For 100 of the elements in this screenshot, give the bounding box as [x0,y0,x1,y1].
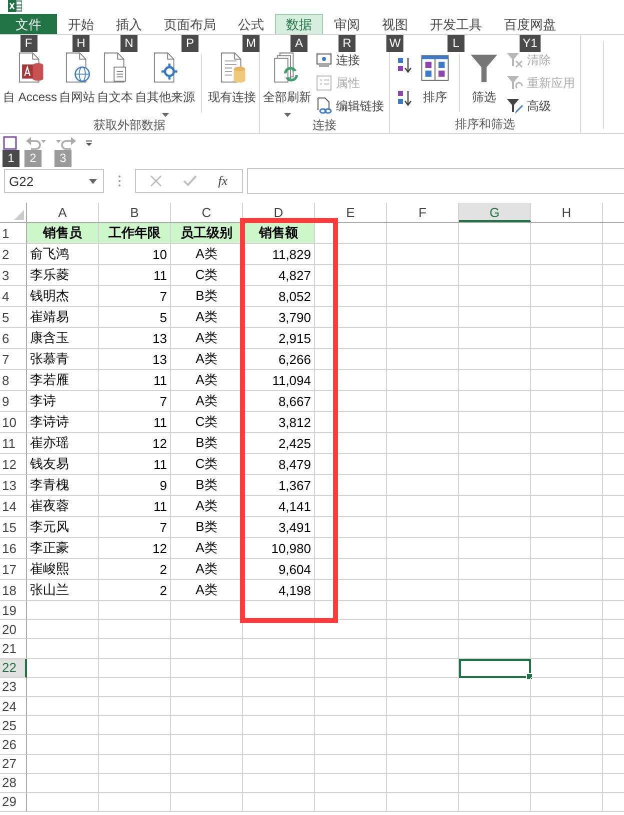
empty-cell [459,601,531,620]
column-header[interactable]: B [99,203,171,222]
column-header[interactable]: A [27,203,99,222]
row-header[interactable]: 29 [0,792,27,812]
ribbon-tab[interactable]: 数据 [275,14,323,34]
empty-cell [531,774,603,793]
keytip: W [386,35,404,52]
empty-cell [387,716,459,736]
keytip: P [182,35,198,52]
row-header[interactable]: 14 [0,496,27,517]
row-header[interactable]: 28 [0,774,27,793]
row-header[interactable]: 27 [0,754,27,774]
empty-cell [99,716,171,736]
row-header[interactable]: 12 [0,454,27,475]
row-header[interactable]: 17 [0,559,27,580]
insert-function-button[interactable]: fx [218,173,228,189]
row-header[interactable]: 5 [0,307,27,328]
empty-cell [387,580,459,601]
row-header[interactable]: 9 [0,391,27,412]
ribbon-tab[interactable]: 视图 [371,14,419,34]
table-cell: 俞飞鸿 [27,244,99,265]
empty-cell [243,696,315,716]
empty-cell [459,754,531,774]
column-header[interactable]: C [171,203,243,222]
row-header[interactable]: 24 [0,696,27,716]
save-button[interactable] [3,136,17,150]
empty-cell [459,620,531,640]
table-cell: 张山兰 [27,580,99,601]
reapply-filter-icon [506,74,524,92]
table-cell: 11 [99,265,171,286]
ribbon-tab[interactable]: 百度网盘 [493,14,567,34]
ribbon-tab[interactable]: 开发工具 [419,14,493,34]
ribbon-button[interactable]: 筛选 [466,48,502,116]
row-header[interactable]: 22 [0,658,27,678]
empty-cell [243,658,315,678]
empty-cell [387,307,459,328]
table-cell: 崔峻熙 [27,559,99,580]
empty-cell [387,265,459,286]
sort-grid-icon [420,52,450,84]
table-cell: 钱友易 [27,454,99,475]
ribbon-tab[interactable]: 公式 [227,14,275,34]
row-header[interactable]: 8 [0,370,27,391]
table-cell: C类 [171,454,243,475]
file-tab[interactable]: 文件 [0,14,57,34]
empty-cell [99,620,171,640]
table-cell: 2 [99,559,171,580]
group-label: 连接 [312,117,338,134]
row-header[interactable]: 23 [0,678,27,697]
empty-cell [387,496,459,517]
ribbon-tab[interactable]: 审阅 [323,14,371,34]
empty-cell [531,735,603,754]
ribbon-tab[interactable]: 插入 [105,14,153,34]
empty-cell [315,580,387,601]
ribbon-tab[interactable]: 开始 [57,14,105,34]
table-cell: 2,425 [243,433,315,454]
table-cell: 8,667 [243,391,315,412]
caret-icon [162,113,169,117]
formula-input[interactable] [247,168,624,194]
column-header[interactable]: G [459,203,531,222]
ribbon-button[interactable]: 编辑链接 [313,96,386,116]
row-header[interactable]: 19 [0,601,27,620]
ribbon-button[interactable]: 连接 [313,50,386,70]
empty-cell [387,412,459,433]
table-cell: 11 [99,454,171,475]
row-header[interactable]: 7 [0,349,27,370]
row-header[interactable]: 15 [0,517,27,538]
column-header[interactable]: H [531,203,603,222]
row-header[interactable]: 20 [0,620,27,640]
empty-cell [459,678,531,697]
drag-handle-icon [118,175,121,187]
empty-cell [315,792,387,812]
column-header[interactable]: E [315,203,387,222]
ribbon-button[interactable]: 高级 [504,96,578,116]
row-header[interactable]: 13 [0,475,27,496]
empty-cell [315,496,387,517]
empty-cell [387,559,459,580]
empty-cell [531,754,603,774]
row-header[interactable]: 10 [0,412,27,433]
table-cell: 8,479 [243,454,315,475]
empty-cell [459,475,531,496]
row-header[interactable]: 2 [0,244,27,265]
row-header[interactable]: 11 [0,433,27,454]
row-header[interactable]: 16 [0,538,27,559]
row-header[interactable]: 6 [0,328,27,349]
row-header[interactable]: 4 [0,286,27,307]
empty-cell [387,620,459,640]
row-header[interactable]: 26 [0,735,27,754]
column-title-cell: 员工级别 [171,223,243,244]
selected-cell[interactable] [459,658,531,678]
column-header[interactable]: D [243,203,315,222]
row-header[interactable]: 18 [0,580,27,601]
empty-cell [171,696,243,716]
empty-cell [315,658,387,678]
link-document-icon [315,97,334,115]
connection-icon [315,51,334,69]
row-header[interactable]: 25 [0,716,27,736]
ribbon-tab[interactable]: 页面布局 [153,14,227,34]
row-header[interactable]: 3 [0,265,27,286]
name-box[interactable]: G22 [4,169,104,193]
fill-handle[interactable] [526,672,533,680]
